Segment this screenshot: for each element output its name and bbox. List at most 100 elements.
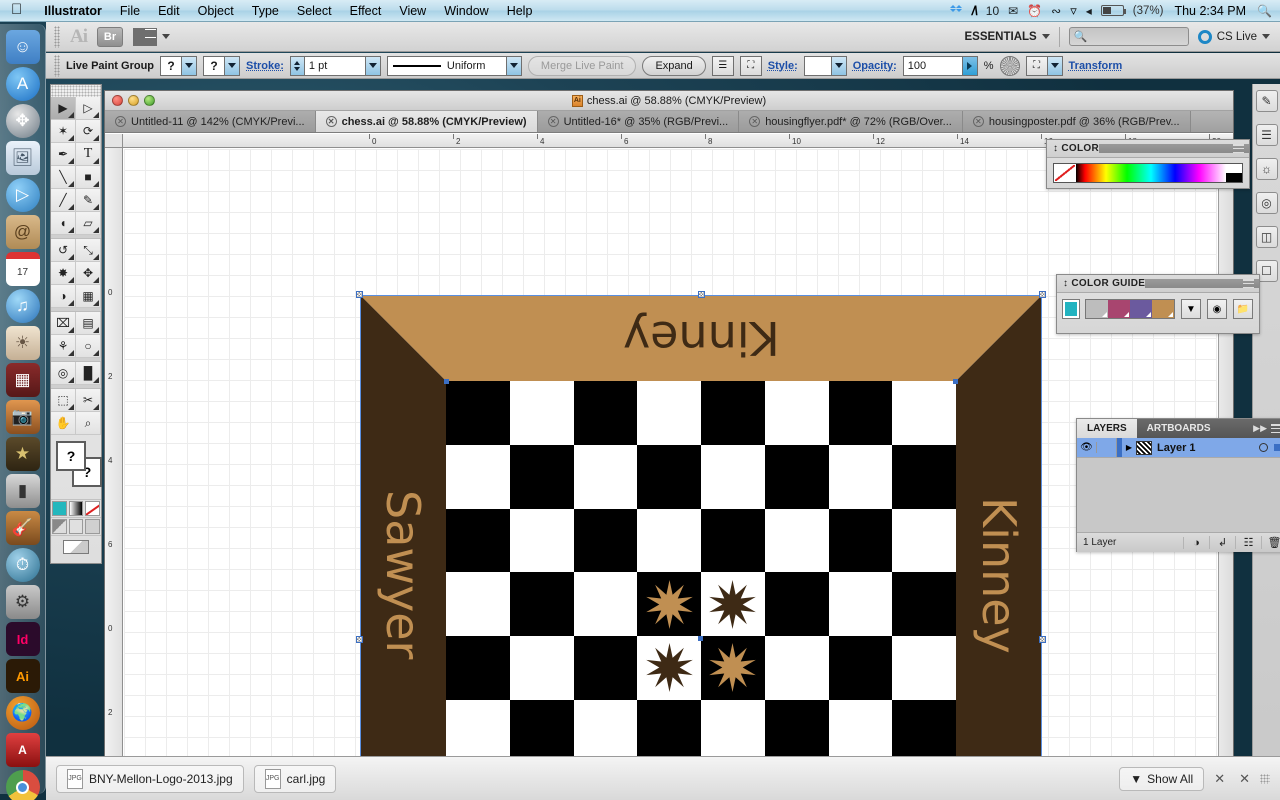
board-square[interactable]: [764, 572, 829, 636]
board-square[interactable]: [573, 699, 638, 759]
selection-handle-tc[interactable]: [698, 291, 705, 298]
stroke-swatch-control[interactable]: ?: [203, 55, 241, 76]
board-square[interactable]: [446, 699, 510, 759]
create-new-layer-icon[interactable]: ☷: [1235, 536, 1261, 549]
help-search-input[interactable]: 🔍: [1068, 27, 1189, 46]
apple-menu-icon[interactable]: : [0, 2, 35, 17]
stroke-panel-icon[interactable]: ☰: [1255, 124, 1278, 146]
draw-normal-button[interactable]: [52, 519, 67, 534]
layer-target-icon[interactable]: [1259, 443, 1268, 452]
menu-item-effect[interactable]: Effect: [341, 4, 391, 18]
chessboard-artwork[interactable]: Kinney Sawyer Kinney: [356, 291, 1046, 759]
board-square[interactable]: [701, 699, 765, 759]
perspective-grid-tool[interactable]: ▦: [76, 285, 101, 308]
dock-item-dashboard[interactable]: ⏱: [5, 548, 40, 582]
menu-item-file[interactable]: File: [111, 4, 149, 18]
volume-icon[interactable]: ◂: [1086, 5, 1092, 17]
dock-item-imovie[interactable]: ★: [5, 437, 40, 471]
board-square[interactable]: [573, 508, 638, 573]
dock-item-indesign[interactable]: Id: [5, 622, 40, 656]
menu-item-edit[interactable]: Edit: [149, 4, 189, 18]
transform-proxy-icon[interactable]: ⛶: [739, 55, 762, 76]
dock-item-keynote[interactable]: ▮: [5, 474, 40, 508]
color-panel-header[interactable]: ↕ COLOR: [1047, 140, 1249, 158]
close-icon[interactable]: ✕: [115, 116, 126, 127]
stroke-profile-box[interactable]: Uniform: [386, 55, 507, 76]
controlbar-grip[interactable]: [54, 54, 60, 77]
board-square[interactable]: [573, 572, 638, 636]
board-square[interactable]: [892, 636, 956, 700]
board-square[interactable]: [509, 381, 574, 445]
dock-item-safari[interactable]: ✥: [5, 104, 40, 138]
board-square[interactable]: [764, 444, 829, 509]
board-square[interactable]: [701, 508, 765, 573]
board-square[interactable]: [764, 508, 829, 573]
document-tab-housingposter[interactable]: ✕ housingposter.pdf @ 36% (RGB/Prev...: [962, 111, 1191, 132]
dock-item-preview[interactable]: 🖼: [5, 141, 40, 175]
board-square[interactable]: [509, 508, 574, 573]
board-square[interactable]: [637, 699, 701, 759]
lasso-tool[interactable]: ⟳: [76, 120, 101, 143]
dock-item-calendar[interactable]: 17: [5, 252, 40, 286]
wifi-icon[interactable]: ▿: [1070, 3, 1077, 19]
menu-item-type[interactable]: Type: [243, 4, 288, 18]
selection-handle-tr[interactable]: [1039, 291, 1046, 298]
create-new-sublayer-icon[interactable]: ↲: [1209, 536, 1235, 549]
download-item-bny-mellon[interactable]: JPG BNY-Mellon-Logo-2013.jpg: [56, 764, 244, 793]
stroke-swatch[interactable]: ?: [203, 55, 226, 76]
blob-brush-tool[interactable]: ◖: [51, 212, 76, 235]
color-guide-panel-header[interactable]: ↕ COLOR GUIDE: [1057, 275, 1259, 293]
no-color-swatch[interactable]: [1054, 164, 1076, 182]
battery-icon[interactable]: [1100, 5, 1126, 16]
close-icon[interactable]: ✕: [325, 116, 337, 127]
selection-tool[interactable]: ▶: [51, 97, 76, 120]
artboard-tool[interactable]: ⬚: [51, 389, 76, 412]
slice-tool[interactable]: ✂: [76, 389, 101, 412]
path-anchor-tl[interactable]: [444, 379, 449, 384]
board-square[interactable]: [446, 572, 510, 636]
fill-swatch-chevron-icon[interactable]: [182, 55, 198, 76]
board-square[interactable]: [892, 444, 956, 509]
board-square[interactable]: [701, 572, 765, 636]
menu-item-view[interactable]: View: [390, 4, 435, 18]
shape-builder-tool[interactable]: ◑: [51, 285, 76, 308]
selection-handle-ml[interactable]: [356, 636, 363, 643]
board-square[interactable]: [446, 508, 510, 573]
board-square[interactable]: [446, 381, 510, 445]
board-square[interactable]: [509, 636, 574, 700]
stroke-weight-chevron-icon[interactable]: [365, 55, 381, 76]
path-anchor-tr[interactable]: [953, 379, 958, 384]
layer-name[interactable]: Layer 1: [1157, 442, 1259, 454]
board-square[interactable]: [828, 381, 893, 445]
blend-tool[interactable]: ○: [76, 335, 101, 358]
arrange-documents-icon[interactable]: [133, 27, 157, 46]
dock-item-firefox[interactable]: 🌍: [5, 696, 40, 730]
stroke-profile-control[interactable]: Uniform: [386, 55, 522, 76]
board-square[interactable]: [573, 444, 638, 509]
base-color-swatch[interactable]: [1062, 299, 1080, 319]
gradient-button[interactable]: [68, 501, 84, 516]
layer-row-layer-1[interactable]: 👁 ▶ Layer 1: [1077, 438, 1280, 458]
menu-item-window[interactable]: Window: [435, 4, 497, 18]
color-ramp[interactable]: [1076, 164, 1226, 182]
direct-selection-tool[interactable]: ▷: [76, 97, 101, 120]
board-square[interactable]: [828, 636, 893, 700]
stroke-weight-value[interactable]: 1 pt: [303, 55, 366, 76]
panel-menu-icon[interactable]: [1243, 279, 1254, 288]
dock-item-system-preferences[interactable]: ⚙: [5, 585, 40, 619]
new-color-group-icon[interactable]: 📁: [1233, 299, 1253, 319]
menu-item-help[interactable]: Help: [498, 4, 542, 18]
line-segment-tool[interactable]: ╲: [51, 166, 76, 189]
board-square[interactable]: [637, 636, 701, 700]
board-square[interactable]: [892, 508, 956, 573]
tab-layers[interactable]: LAYERS: [1077, 419, 1137, 438]
opacity-label[interactable]: Opacity:: [853, 60, 897, 72]
pencil-tool[interactable]: ✎: [76, 189, 101, 212]
align-icon[interactable]: ⛶: [1025, 55, 1048, 76]
graphic-style-control[interactable]: [803, 55, 847, 76]
chessboard-grid[interactable]: [446, 381, 956, 759]
board-square[interactable]: [637, 508, 701, 573]
stroke-profile-chevron-icon[interactable]: [506, 55, 522, 76]
pen-tool[interactable]: ✒: [51, 143, 76, 166]
board-square[interactable]: [446, 636, 510, 700]
